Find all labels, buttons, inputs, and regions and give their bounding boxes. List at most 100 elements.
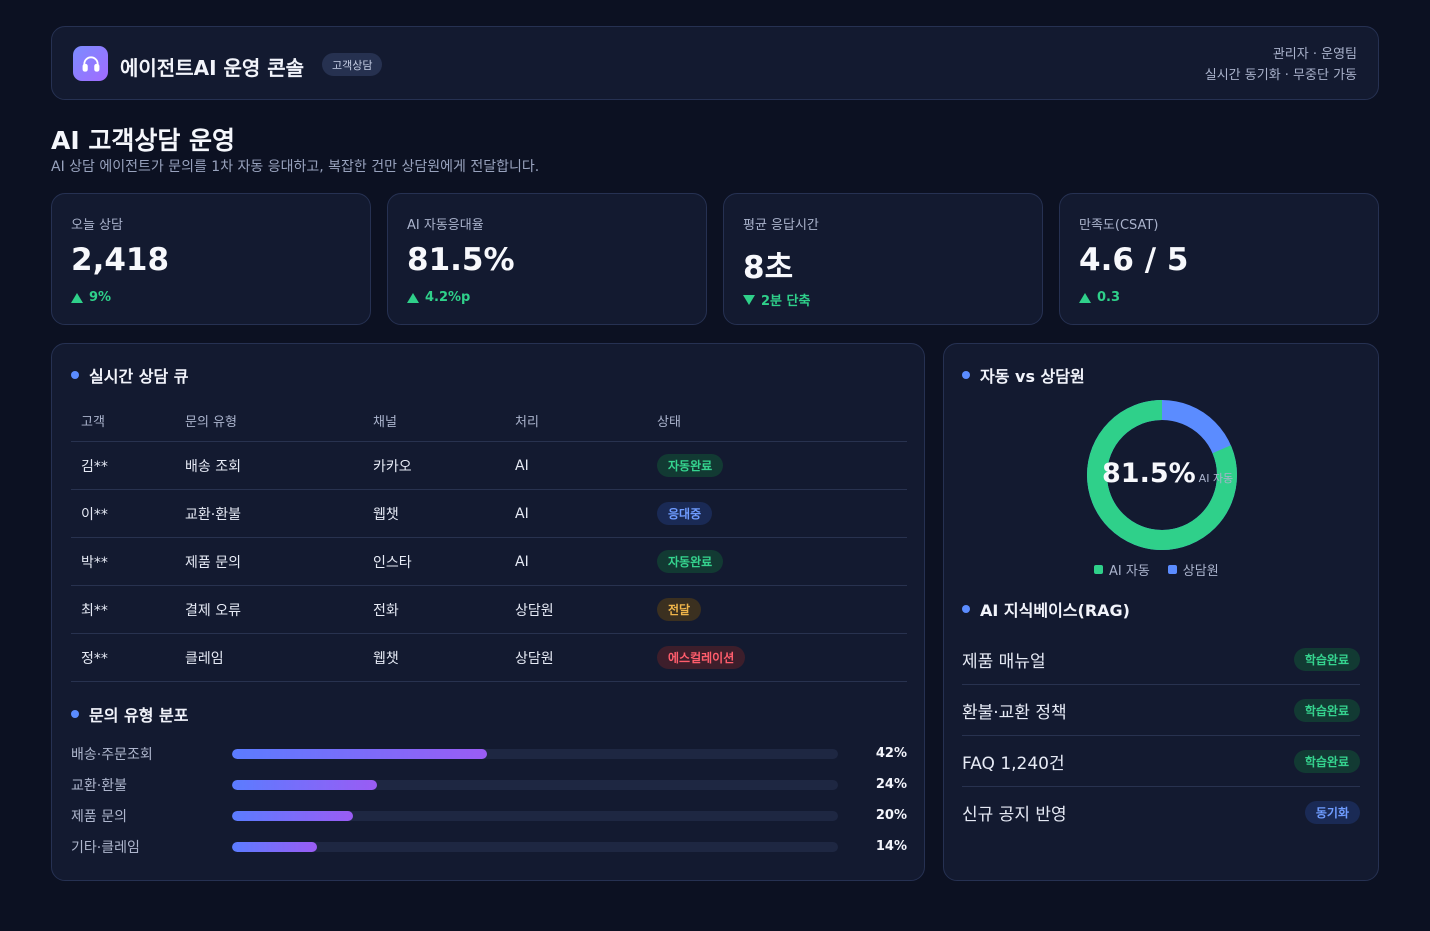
legend-swatch-icon xyxy=(1094,565,1103,574)
legend-label: 상담원 xyxy=(1182,564,1219,579)
distribution-bar-fill xyxy=(232,841,317,852)
cell-channel: 인스타 xyxy=(373,554,412,571)
donut-center-caption: AI 자동 xyxy=(1198,472,1234,485)
kpi-value: 8초 xyxy=(743,250,794,286)
knowledge-item-name: 제품 매뉴얼 xyxy=(962,651,1046,672)
status-badge: 자동완료 xyxy=(657,550,724,573)
cell-customer: 이** xyxy=(81,506,108,523)
knowledge-status-badge: 동기화 xyxy=(1304,801,1360,824)
knowledge-title: AI 지식베이스(RAG) xyxy=(962,597,1130,621)
category-badge: 고객상담 xyxy=(322,53,383,76)
cell-status: 응대중 xyxy=(657,502,907,525)
distribution-label: 배송·주문조회 xyxy=(71,746,153,763)
cell-status: 자동완료 xyxy=(657,550,907,573)
bullet-dot-icon xyxy=(71,371,79,379)
cell-customer: 박** xyxy=(81,554,108,571)
knowledge-item[interactable]: 신규 공지 반영 동기화 xyxy=(962,787,1360,838)
bullet-dot-icon xyxy=(962,605,970,613)
cell-type: 결제 오류 xyxy=(185,602,241,619)
page-title: AI 고객상담 운영 xyxy=(51,126,236,155)
column-header[interactable]: 채널 xyxy=(373,411,515,430)
legend-item: 상담원 xyxy=(1167,560,1219,579)
triangle-up-icon xyxy=(1079,292,1091,303)
kpi-delta: 9% xyxy=(71,290,111,305)
kpi-value: 81.5% xyxy=(407,242,515,278)
kpi-card: 오늘 상담 2,418 9% xyxy=(51,193,371,325)
cell-status: 전달 xyxy=(657,598,907,621)
distribution-row: 제품 문의 20% xyxy=(71,800,907,831)
kpi-label: 평균 응답시간 xyxy=(743,218,819,233)
column-header[interactable]: 문의 유형 xyxy=(185,411,373,430)
kpi-delta-value: 4.2%p xyxy=(425,290,471,305)
kpi-delta-value: 0.3 xyxy=(1097,290,1121,305)
donut-chart: 81.5% AI 자동 xyxy=(1087,400,1237,550)
split-title: 자동 vs 상담원 xyxy=(962,363,1085,387)
table-row[interactable]: 박** 제품 문의 인스타 AI 자동완료 xyxy=(71,538,907,586)
cell-channel: 카카오 xyxy=(373,458,412,475)
kpi-value: 4.6 / 5 xyxy=(1079,242,1189,278)
cell-handler: AI xyxy=(515,457,529,474)
table-row[interactable]: 정** 클레임 웹챗 상담원 에스컬레이션 xyxy=(71,634,907,682)
table-header-row: 고객 문의 유형 채널 처리 상태 xyxy=(71,400,907,442)
knowledge-item[interactable]: 제품 매뉴얼 학습완료 xyxy=(962,634,1360,685)
knowledge-list: 제품 매뉴얼 학습완료 환불·교환 정책 학습완료 FAQ 1,240건 학습완료 신규 공… xyxy=(962,634,1360,838)
distribution-bar-fill xyxy=(232,810,354,821)
distribution-bar-fill xyxy=(232,748,487,759)
knowledge-status-badge: 학습완료 xyxy=(1293,647,1360,671)
table-row[interactable]: 이** 교환·환불 웹챗 AI 응대중 xyxy=(71,490,907,538)
cell-channel: 전화 xyxy=(373,602,399,619)
distribution-row: 교환·환불 24% xyxy=(71,769,907,800)
kpi-delta: 4.2%p xyxy=(407,290,470,305)
column-header[interactable]: 고객 xyxy=(71,411,185,430)
kpi-label: AI 자동응대율 xyxy=(407,218,484,233)
kpi-delta: 0.3 xyxy=(1079,290,1120,305)
cell-handler: 상담원 xyxy=(515,650,554,667)
bullet-dot-icon xyxy=(71,710,79,718)
triangle-up-icon xyxy=(71,292,83,303)
donut-center-value: 81.5% xyxy=(1102,458,1196,489)
kpi-card: AI 자동응대율 81.5% 4.2%p xyxy=(387,193,707,325)
app-header: 에이전트AI 운영 콘솔 고객상담 관리자 · 운영팀 실시간 동기화 · 무중… xyxy=(51,26,1379,100)
distribution-title: 문의 유형 분포 xyxy=(71,702,188,726)
distribution-bars: 배송·주문조회 42% 교환·환불 24% 제품 문의 20% 기타·클레임 14% xyxy=(71,738,907,862)
table-row[interactable]: 김** 배송 조회 카카오 AI 자동완료 xyxy=(71,442,907,490)
knowledge-status-badge: 학습완료 xyxy=(1293,749,1360,773)
page-subtitle: AI 상담 에이전트가 문의를 1차 자동 응대하고, 복잡한 건만 상담원에게… xyxy=(51,159,540,175)
kpi-value: 2,418 xyxy=(71,242,170,278)
kpi-delta: 2분 단축 xyxy=(743,290,810,309)
cell-type: 배송 조회 xyxy=(185,458,241,475)
knowledge-item[interactable]: FAQ 1,240건 학습완료 xyxy=(962,736,1360,787)
status-badge: 에스컬레이션 xyxy=(657,646,746,669)
legend-label: AI 자동 xyxy=(1109,564,1150,579)
kpi-card: 만족도(CSAT) 4.6 / 5 0.3 xyxy=(1059,193,1379,325)
cell-status: 자동완료 xyxy=(657,454,907,477)
status-badge: 자동완료 xyxy=(657,454,724,477)
headset-icon xyxy=(73,46,108,81)
column-header[interactable]: 처리 xyxy=(515,411,657,430)
distribution-label: 교환·환불 xyxy=(71,777,127,794)
cell-status: 에스컬레이션 xyxy=(657,646,907,669)
cell-handler: AI xyxy=(515,505,529,522)
knowledge-item-name: FAQ 1,240건 xyxy=(962,753,1065,774)
cell-customer: 김** xyxy=(81,458,108,475)
side-panel: 자동 vs 상담원 81.5% AI 자동 AI 자동 상담원 AI 지식베이스(… xyxy=(943,343,1379,881)
kpi-label: 오늘 상담 xyxy=(71,218,123,233)
cell-customer: 정** xyxy=(81,650,108,667)
cell-type: 클레임 xyxy=(185,650,224,667)
knowledge-item[interactable]: 환불·교환 정책 학습완료 xyxy=(962,685,1360,736)
kpi-card: 평균 응답시간 8초 2분 단축 xyxy=(723,193,1043,325)
column-header[interactable]: 상태 xyxy=(657,411,907,430)
distribution-bar-fill xyxy=(232,779,378,790)
kpi-label: 만족도(CSAT) xyxy=(1079,218,1159,233)
knowledge-item-name: 환불·교환 정책 xyxy=(962,702,1067,723)
distribution-bar-track xyxy=(232,779,838,790)
status-badge: 전달 xyxy=(657,598,702,621)
queue-panel: 실시간 상담 큐 고객 문의 유형 채널 처리 상태 김** 배송 조회 카카오 AI 자동완료 이… xyxy=(51,343,925,881)
knowledge-status-badge: 학습완료 xyxy=(1293,698,1360,722)
distribution-bar-track xyxy=(232,841,838,852)
distribution-percent: 24% xyxy=(875,777,907,792)
distribution-percent: 20% xyxy=(875,808,907,823)
donut-legend: AI 자동 상담원 xyxy=(1094,560,1219,579)
table-row[interactable]: 최** 결제 오류 전화 상담원 전달 xyxy=(71,586,907,634)
kpi-delta-value: 9% xyxy=(89,290,112,305)
